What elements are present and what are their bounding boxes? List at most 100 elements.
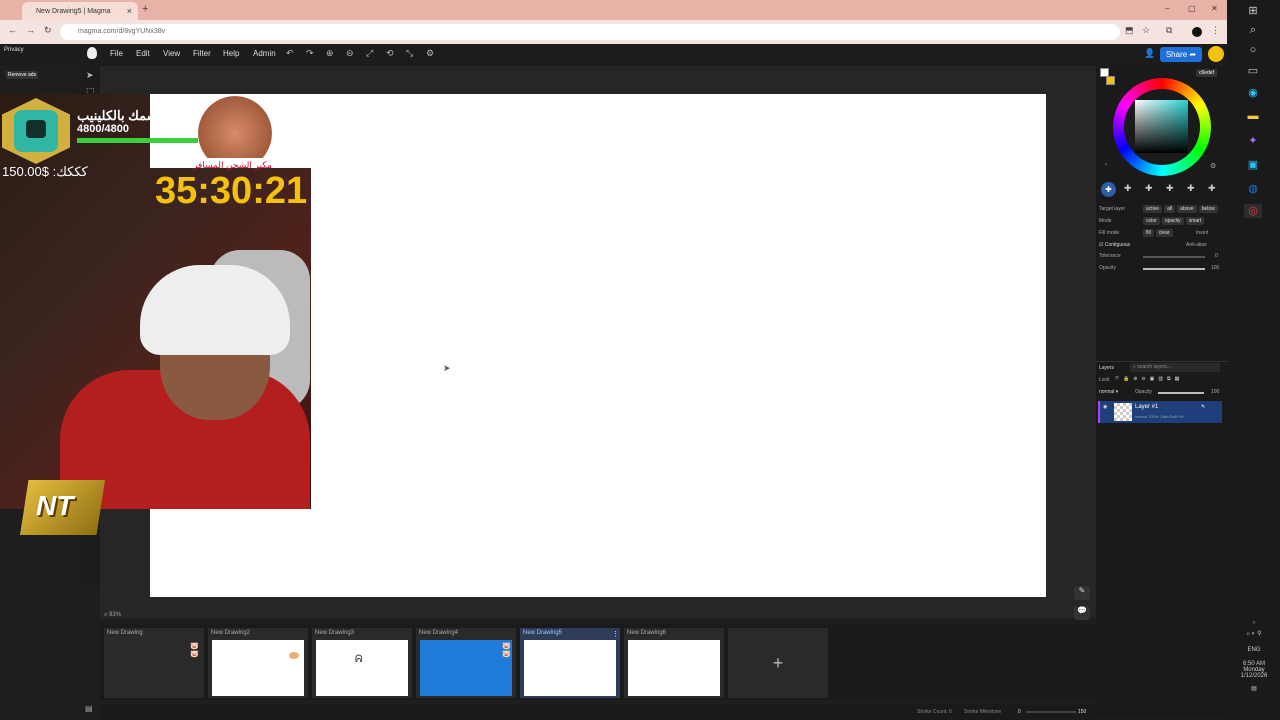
fill-fill[interactable]: fill <box>1143 229 1154 237</box>
drawing-thumb[interactable]: New Drawing4 <box>416 628 516 698</box>
tray-chevron-icon[interactable]: ‹ <box>1228 620 1280 626</box>
fit-icon[interactable]: ⤢ <box>366 48 373 59</box>
mode-opacity[interactable]: opacity <box>1161 217 1184 225</box>
chat-icon[interactable]: 💬 <box>1074 606 1090 620</box>
more-options-icon[interactable]: ⋮ <box>612 630 619 638</box>
undo-icon[interactable]: ↶ <box>286 48 294 59</box>
brush-slot-6[interactable]: ✚ <box>1208 183 1216 194</box>
brush-slot-3[interactable]: ✚ <box>1145 183 1153 194</box>
drawing-thumb[interactable]: New Drawing6 <box>624 628 724 698</box>
blend-mode-value: normal <box>1099 389 1115 395</box>
layer-opacity-slider[interactable] <box>1158 392 1204 394</box>
forward-icon[interactable]: → <box>26 25 35 35</box>
browser-menu-icon[interactable]: ⋮ <box>1211 25 1220 36</box>
color-settings-icon[interactable]: ⚙ <box>1210 162 1216 170</box>
extensions-icon[interactable]: ⧉ <box>1166 25 1172 36</box>
address-bar[interactable]: magma.com/d/8vgYUNx38v <box>60 24 1120 40</box>
chrome-icon[interactable]: ◎ <box>1244 204 1262 218</box>
drawing-thumb[interactable]: New Drawing <box>104 628 204 698</box>
redo-icon[interactable]: ↷ <box>306 48 314 59</box>
opacity-slider[interactable] <box>1143 268 1205 270</box>
maximize-button[interactable]: ▢ <box>1188 4 1196 13</box>
mode-color[interactable]: color <box>1143 217 1160 225</box>
tab-close-button[interactable]: × <box>127 6 132 16</box>
magma-logo[interactable] <box>87 47 97 59</box>
zoom-level: ⌕ 93% <box>104 612 122 618</box>
privacy-link[interactable]: Privacy <box>4 47 24 53</box>
edit-layer-icon[interactable]: ✎ <box>1201 404 1205 410</box>
tolerance-slider[interactable] <box>1143 256 1205 258</box>
settings-icon[interactable]: ⚙ <box>426 48 434 59</box>
target-active[interactable]: active <box>1143 205 1163 213</box>
language-indicator[interactable]: ENG <box>1228 647 1280 653</box>
status-panel-icon[interactable]: ▤ <box>85 704 93 713</box>
edge-icon[interactable]: ◉ <box>1244 86 1262 100</box>
brush-slot-1[interactable]: ✚ <box>1101 182 1116 197</box>
brush-slot-2[interactable]: ✚ <box>1124 183 1132 194</box>
target-below[interactable]: below <box>1198 205 1218 213</box>
target-layer-label: Target layer <box>1099 206 1126 212</box>
drawing-thumb[interactable]: New Drawing2 <box>208 628 308 698</box>
back-icon[interactable]: ← <box>8 25 17 35</box>
add-user-icon[interactable]: 👤 <box>1144 48 1155 59</box>
layers-search-input[interactable]: ⌕ search layers... <box>1130 363 1220 372</box>
tray-icons[interactable]: ⌂ ◐ ⚲ <box>1228 630 1280 637</box>
file-explorer-icon[interactable]: ▬ <box>1244 110 1262 124</box>
target-all[interactable]: all <box>1164 205 1176 213</box>
blend-mode-select[interactable]: normal ▾ <box>1099 389 1118 395</box>
move-tool-icon[interactable]: ➤ <box>86 70 94 81</box>
invert-toggle[interactable]: Invert <box>1196 230 1209 236</box>
url-text: magma.com/d/8vgYUNx38v <box>78 28 166 35</box>
brush-slot-4[interactable]: ✚ <box>1166 183 1174 194</box>
pen-icon[interactable]: ✎ <box>1074 586 1090 600</box>
notifications-icon[interactable]: ▤ <box>1228 685 1280 692</box>
menu-view[interactable]: View <box>163 49 180 58</box>
target-layer-options: active all above below <box>1143 205 1218 213</box>
mode-smart[interactable]: smart <box>1185 217 1205 225</box>
add-drawing-button[interactable]: + <box>728 628 828 698</box>
layer-opacity-label: Opacity <box>1135 389 1152 395</box>
layer-tools-icons[interactable]: ⤧🔒⊕⊖▣▥⧉▦ <box>1115 376 1183 382</box>
drawing-thumb-active[interactable]: New Drawing5 <box>520 628 620 698</box>
browser-tab[interactable]: New Drawing5 | Magma × <box>22 2 138 20</box>
search-icon[interactable]: ⌕ <box>1244 24 1262 38</box>
menu-file[interactable]: File <box>110 49 123 58</box>
new-tab-button[interactable]: + <box>142 3 148 15</box>
zoom-out-icon[interactable]: ⊖ <box>346 48 354 59</box>
store-icon[interactable]: ▣ <box>1244 158 1262 172</box>
menu-help[interactable]: Help <box>223 49 239 58</box>
score-progress-fill <box>77 138 198 143</box>
fill-clear[interactable]: clear <box>1155 229 1173 237</box>
profile-avatar[interactable] <box>1192 27 1202 37</box>
copilot-icon[interactable]: ✦ <box>1244 134 1262 148</box>
outlook-icon[interactable]: ◍ <box>1244 182 1262 196</box>
reload-icon[interactable]: ↻ <box>44 25 52 36</box>
remove-ads-button[interactable]: Remove ads <box>6 71 39 79</box>
visibility-eye-icon[interactable]: ◉ <box>1103 404 1107 410</box>
color-hex[interactable]: c6edef <box>1196 69 1218 77</box>
zoom-in-icon[interactable]: ⊕ <box>326 48 334 59</box>
menu-edit[interactable]: Edit <box>136 49 150 58</box>
expand-chevron-icon[interactable]: › <box>1105 162 1107 168</box>
anti-alias-checkbox[interactable]: Anti-alias <box>1186 242 1207 248</box>
saturation-value-box[interactable] <box>1135 100 1188 153</box>
target-above[interactable]: above <box>1177 205 1197 213</box>
system-tray: ‹ ⌂ ◐ ⚲ ENG 6:50 AM Monday 1/12/2026 ▤ <box>1228 620 1280 692</box>
windows-start-icon[interactable]: ⊞ <box>1244 4 1262 18</box>
minimize-button[interactable]: – <box>1165 4 1169 13</box>
user-avatar[interactable] <box>1208 46 1224 62</box>
menu-admin[interactable]: Admin <box>253 49 276 58</box>
task-view-icon[interactable]: ▭ <box>1244 64 1262 78</box>
install-icon[interactable]: ⬒ <box>1125 25 1134 36</box>
brush-slot-5[interactable]: ✚ <box>1187 183 1195 194</box>
cortana-icon[interactable]: ○ <box>1244 44 1262 58</box>
share-button[interactable]: Share ➦ <box>1160 47 1202 62</box>
secondary-color-swatch[interactable] <box>1106 76 1115 85</box>
drawing-name: New Drawing4 <box>419 630 459 636</box>
fullscreen-icon[interactable]: ⤡ <box>406 48 413 59</box>
contiguous-checkbox[interactable]: ☑ Contiguous <box>1099 242 1130 248</box>
close-window-button[interactable]: ✕ <box>1211 4 1218 13</box>
menu-filter[interactable]: Filter <box>193 49 211 58</box>
rotate-icon[interactable]: ⟲ <box>386 48 394 59</box>
bookmark-star-icon[interactable]: ☆ <box>1142 25 1150 36</box>
